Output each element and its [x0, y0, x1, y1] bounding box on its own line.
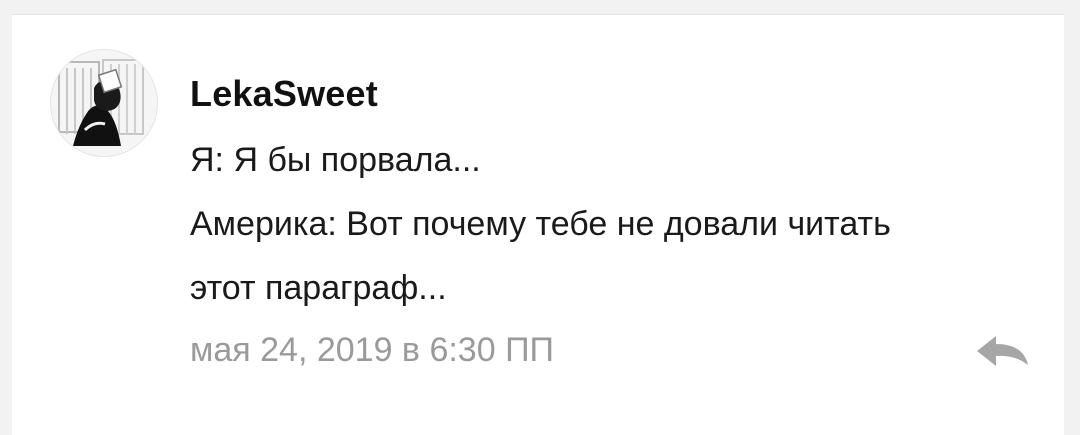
avatar-icon: [51, 50, 157, 156]
comment-timestamp: мая 24, 2019 в 6:30 ПП: [190, 331, 554, 369]
reply-icon: [977, 336, 1028, 366]
comment-text-line-3: этот параграф...: [190, 269, 447, 307]
user-avatar[interactable]: [50, 49, 158, 157]
reply-button[interactable]: [970, 329, 1032, 369]
comment-card: LekaSweet Я: Я бы порвала... Америка: Во…: [12, 14, 1064, 435]
comment-author[interactable]: LekaSweet: [190, 73, 378, 115]
comment-text-line-1: Я: Я бы порвала...: [190, 141, 481, 179]
comment-text-line-2: Америка: Вот почему тебе не довали читат…: [190, 205, 891, 243]
